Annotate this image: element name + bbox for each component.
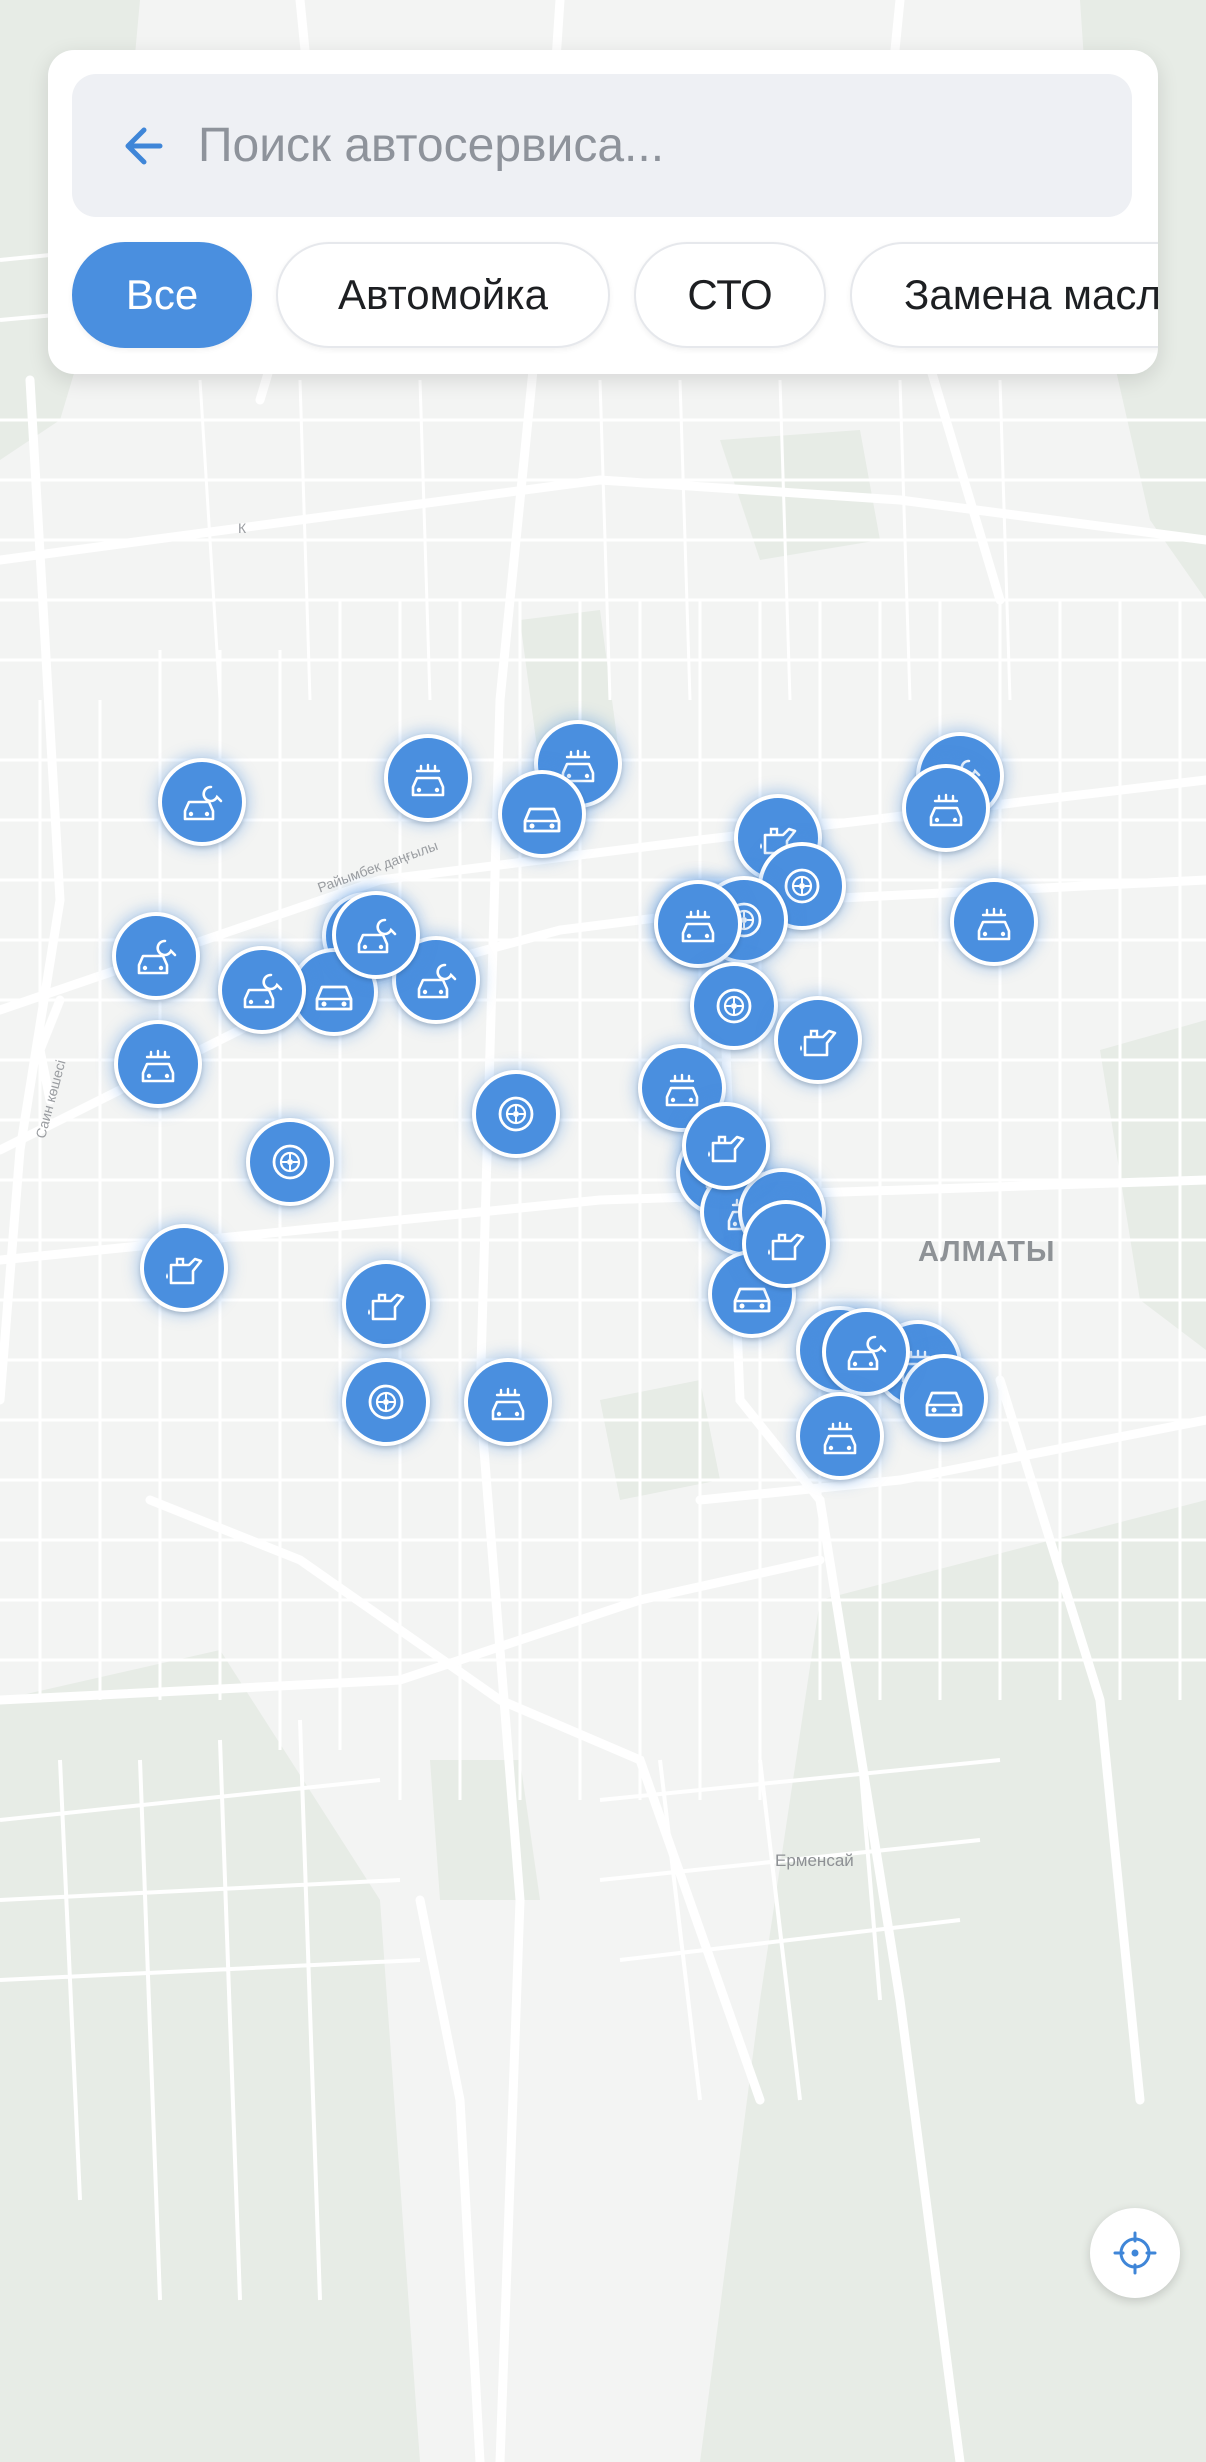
- car-service-icon: [183, 785, 223, 821]
- filter-chip-oil-change[interactable]: Замена масла: [850, 242, 1158, 348]
- car-service-icon: [243, 973, 283, 1009]
- car-wash-icon: [411, 763, 445, 797]
- filter-chip-service-station[interactable]: СТО: [634, 242, 826, 348]
- oil-can-icon: [368, 1293, 405, 1321]
- car-icon: [523, 807, 561, 833]
- arrow-left-icon: [125, 127, 163, 165]
- service-marker[interactable]: [218, 946, 306, 1034]
- service-marker[interactable]: [690, 962, 778, 1050]
- car-wash-icon: [823, 1421, 857, 1455]
- car-service-icon: [357, 918, 397, 954]
- service-marker[interactable]: [464, 1358, 552, 1446]
- tire-icon: [498, 1096, 534, 1132]
- service-marker[interactable]: [900, 1354, 988, 1442]
- service-marker[interactable]: [158, 758, 246, 846]
- search-bar: [72, 74, 1132, 217]
- service-marker[interactable]: [332, 891, 420, 979]
- service-marker[interactable]: [682, 1102, 770, 1190]
- my-location-button[interactable]: [1090, 2208, 1180, 2298]
- service-marker[interactable]: [384, 734, 472, 822]
- service-marker[interactable]: [950, 878, 1038, 966]
- service-marker[interactable]: [112, 912, 200, 1000]
- service-marker[interactable]: [654, 880, 742, 968]
- service-marker[interactable]: [140, 1224, 228, 1312]
- car-wash-icon: [929, 793, 963, 827]
- search-panel: Все Автомойка СТО Замена масла: [48, 50, 1158, 374]
- car-wash-icon: [491, 1387, 525, 1421]
- service-marker[interactable]: [342, 1260, 430, 1348]
- filter-chip-all[interactable]: Все: [72, 242, 252, 348]
- back-button[interactable]: [116, 116, 176, 176]
- service-marker[interactable]: [246, 1118, 334, 1206]
- car-wash-icon: [141, 1049, 175, 1083]
- service-marker[interactable]: [472, 1070, 560, 1158]
- oil-can-icon: [768, 1233, 805, 1261]
- oil-can-icon: [708, 1135, 745, 1163]
- search-input[interactable]: [198, 94, 1098, 197]
- service-marker[interactable]: [114, 1020, 202, 1108]
- tire-icon: [368, 1384, 404, 1420]
- car-icon: [925, 1391, 963, 1417]
- service-marker[interactable]: [822, 1308, 910, 1396]
- car-wash-icon: [977, 907, 1011, 941]
- car-service-icon: [137, 939, 177, 975]
- car-service-icon: [417, 963, 457, 999]
- tire-icon: [272, 1144, 308, 1180]
- oil-can-icon: [800, 1029, 837, 1057]
- service-marker[interactable]: [342, 1358, 430, 1446]
- service-marker[interactable]: [774, 996, 862, 1084]
- service-marker[interactable]: [902, 764, 990, 852]
- tire-icon: [716, 988, 752, 1024]
- oil-can-icon: [166, 1257, 203, 1285]
- service-marker[interactable]: [742, 1200, 830, 1288]
- service-marker[interactable]: [796, 1392, 884, 1480]
- service-marker[interactable]: [498, 770, 586, 858]
- car-wash-icon: [681, 909, 715, 943]
- crosshair-icon: [1113, 2231, 1157, 2275]
- car-service-icon: [847, 1335, 887, 1371]
- filter-chip-car-wash[interactable]: Автомойка: [276, 242, 610, 348]
